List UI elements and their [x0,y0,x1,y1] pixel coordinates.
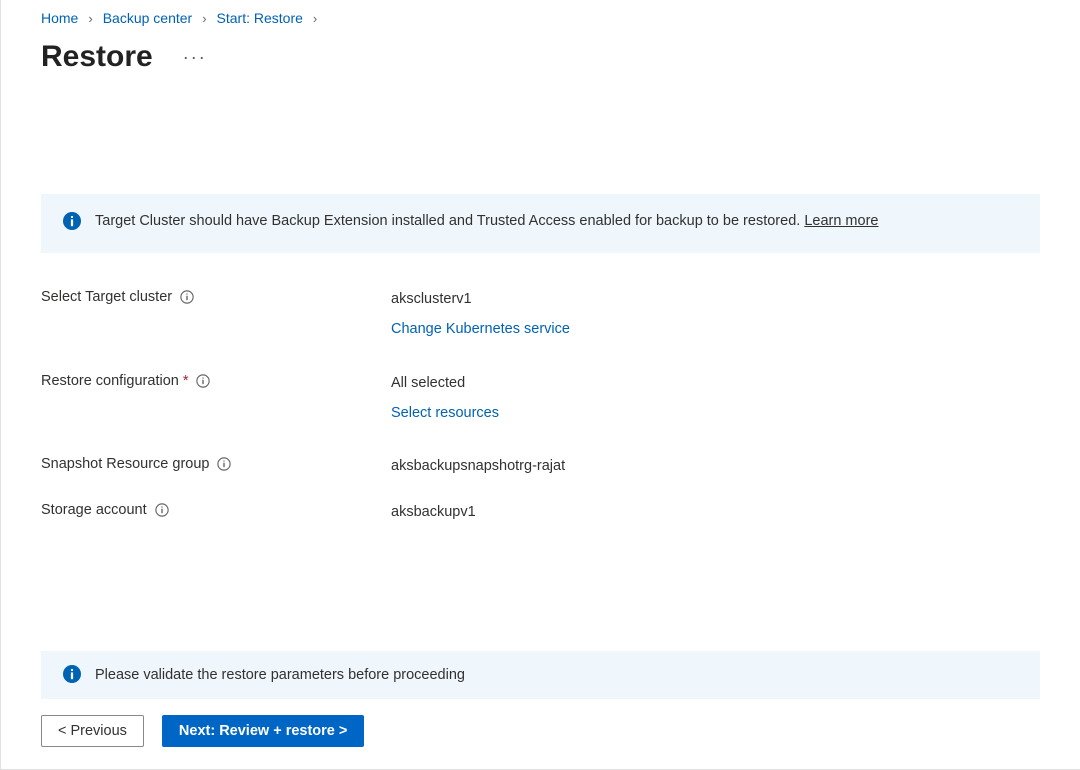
learn-more-link[interactable]: Learn more [804,213,878,229]
info-icon[interactable] [180,290,194,304]
target-cluster-info-banner: Target Cluster should have Backup Extens… [41,194,1040,253]
info-banner-text: Target Cluster should have Backup Extens… [95,213,804,229]
info-icon[interactable] [196,374,210,388]
breadcrumb-backup-center[interactable]: Backup center [103,10,193,26]
restore-config-label: Restore configuration [41,373,179,389]
snapshot-rg-label: Snapshot Resource group [41,456,209,472]
info-icon [63,665,81,687]
chevron-right-icon: › [202,11,206,26]
validate-banner: Please validate the restore parameters b… [41,651,1040,699]
breadcrumb-start-restore[interactable]: Start: Restore [217,10,303,26]
page-title: Restore [41,40,153,74]
target-cluster-value: aksclusterv1 [391,289,1040,311]
wizard-footer: < Previous Next: Review + restore > [41,715,1040,747]
target-cluster-label: Select Target cluster [41,289,172,305]
required-indicator: * [183,373,189,389]
storage-account-label: Storage account [41,502,147,518]
select-resources-link[interactable]: Select resources [391,403,1040,425]
more-actions-button[interactable]: ··· [183,47,207,68]
chevron-right-icon: › [88,11,92,26]
validate-banner-text: Please validate the restore parameters b… [95,667,465,683]
next-review-restore-button[interactable]: Next: Review + restore > [162,715,364,747]
change-kubernetes-service-link[interactable]: Change Kubernetes service [391,319,1040,341]
snapshot-rg-value: aksbackupsnapshotrg-rajat [391,456,1040,478]
info-icon[interactable] [217,457,231,471]
restore-config-value: All selected [391,373,1040,395]
previous-button[interactable]: < Previous [41,715,144,747]
storage-account-value: aksbackupv1 [391,502,1040,524]
breadcrumb: Home › Backup center › Start: Restore › [41,10,1040,26]
info-icon[interactable] [155,503,169,517]
breadcrumb-home[interactable]: Home [41,10,78,26]
chevron-right-icon: › [313,11,317,26]
info-icon [63,212,81,237]
